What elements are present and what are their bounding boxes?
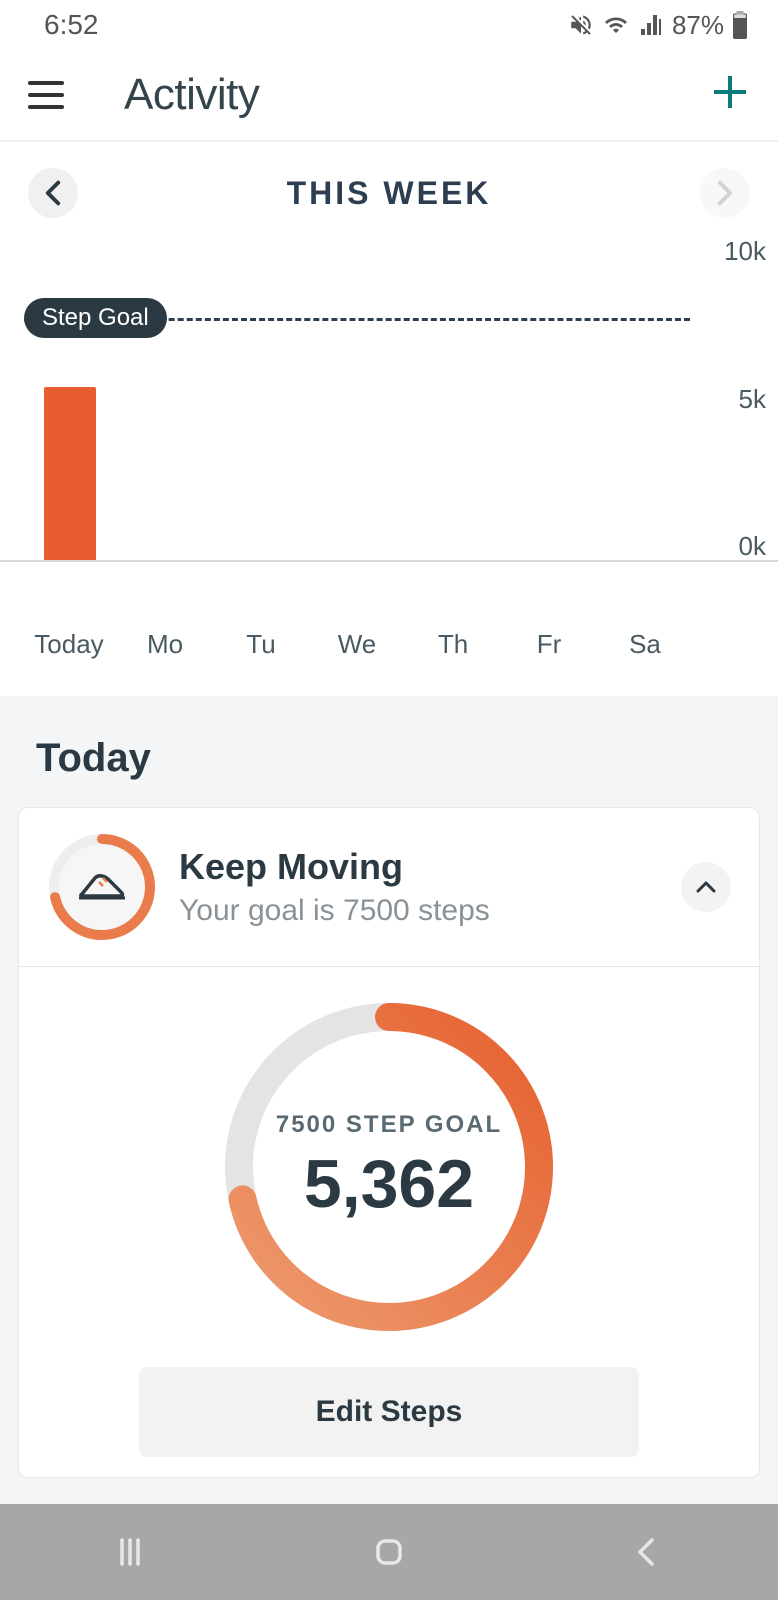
menu-icon[interactable]	[28, 81, 64, 109]
x-tick: We	[312, 629, 402, 660]
card-title: Keep Moving	[179, 846, 490, 888]
add-button[interactable]	[710, 70, 750, 120]
page-title: Activity	[124, 70, 259, 120]
android-nav-bar	[0, 1504, 778, 1600]
chevron-left-icon	[44, 180, 62, 206]
status-time: 6:52	[44, 9, 99, 41]
x-tick: Tu	[216, 629, 306, 660]
y-tick: 0k	[724, 531, 766, 562]
signal-icon	[638, 13, 664, 37]
chart-plot: Step Goal	[24, 236, 690, 562]
recents-icon[interactable]	[112, 1534, 148, 1570]
steps-card: Keep Moving Your goal is 7500 steps	[18, 807, 760, 1478]
card-body: 7500 STEP GOAL 5,362 Edit Steps	[19, 967, 759, 1477]
collapse-button[interactable]	[681, 862, 731, 912]
battery-icon	[732, 11, 748, 39]
chart-bar[interactable]	[44, 387, 96, 562]
status-bar: 6:52 87%	[0, 0, 778, 50]
edit-steps-button[interactable]: Edit Steps	[139, 1367, 639, 1457]
steps-progress-ring: 7500 STEP GOAL 5,362	[219, 997, 559, 1337]
ring-center: 7500 STEP GOAL 5,362	[219, 997, 559, 1337]
x-tick: Fr	[504, 629, 594, 660]
y-tick: 10k	[724, 236, 766, 267]
x-tick: Th	[408, 629, 498, 660]
mute-icon	[568, 12, 594, 38]
y-axis-labels: 10k 5k 0k	[724, 236, 766, 562]
chevron-right-icon	[716, 180, 734, 206]
wifi-icon	[602, 13, 630, 37]
home-icon[interactable]	[371, 1534, 407, 1570]
card-header[interactable]: Keep Moving Your goal is 7500 steps	[19, 808, 759, 967]
week-navigator: THIS WEEK	[0, 142, 778, 236]
y-tick: 5k	[724, 384, 766, 415]
x-tick: Mo	[120, 629, 210, 660]
week-label: THIS WEEK	[287, 175, 492, 212]
steps-mini-ring	[47, 832, 157, 942]
x-axis-labels: TodayMoTuWeThFrSa	[24, 629, 690, 660]
chart-baseline	[0, 560, 778, 562]
battery-percent: 87%	[672, 10, 724, 41]
today-section: Today	[0, 696, 778, 1504]
card-subtitle: Your goal is 7500 steps	[179, 894, 490, 928]
next-week-button[interactable]	[700, 168, 750, 218]
card-header-text: Keep Moving Your goal is 7500 steps	[179, 846, 490, 928]
goal-pill: Step Goal	[24, 298, 167, 338]
x-tick: Today	[24, 629, 114, 660]
steps-bar-chart: 10k 5k 0k Step Goal TodayMoTuWeThFrSa	[0, 236, 778, 606]
back-icon[interactable]	[630, 1534, 666, 1570]
steps-value: 5,362	[304, 1145, 474, 1223]
today-heading: Today	[18, 736, 760, 781]
x-tick: Sa	[600, 629, 690, 660]
status-icons: 87%	[568, 10, 748, 41]
chevron-up-icon	[696, 880, 716, 894]
app-bar: Activity	[0, 50, 778, 142]
step-goal-label: 7500 STEP GOAL	[276, 1111, 502, 1139]
prev-week-button[interactable]	[28, 168, 78, 218]
